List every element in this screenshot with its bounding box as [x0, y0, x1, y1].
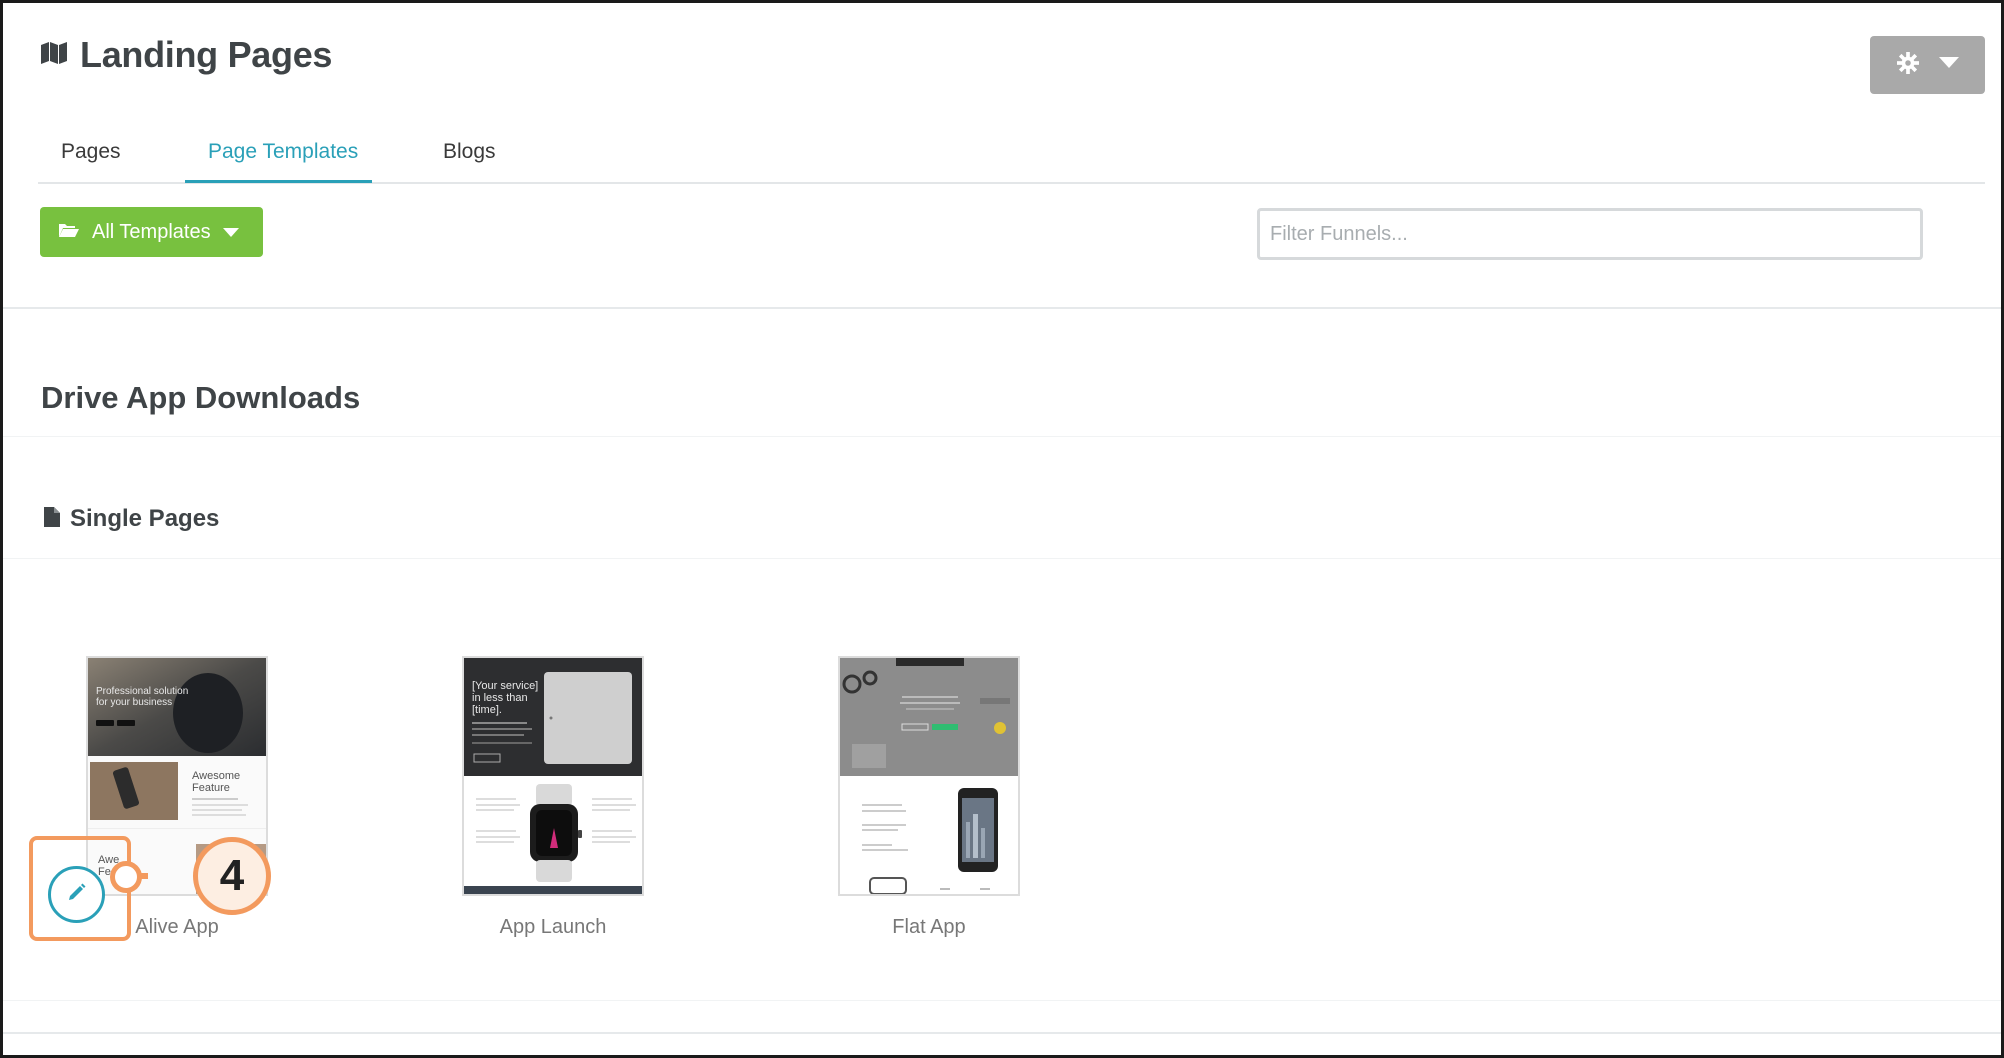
pencil-icon	[68, 883, 86, 906]
tab-pages[interactable]: Pages	[61, 140, 121, 164]
page-header: Landing Pages	[40, 34, 332, 76]
settings-dropdown-button[interactable]	[1870, 36, 1985, 94]
caret-down-icon	[222, 221, 239, 244]
tab-blogs[interactable]: Blogs	[443, 140, 496, 164]
divider	[3, 436, 2001, 437]
subsection-header: Single Pages	[44, 505, 219, 533]
thumb-hero-text: [Your service] in less than [time].	[472, 680, 539, 716]
thumb-hero-text: Professional solution for your business	[96, 686, 189, 708]
all-templates-dropdown-button[interactable]: All Templates	[40, 207, 263, 257]
divider	[3, 1000, 2001, 1001]
template-name[interactable]: Flat App	[838, 916, 1020, 939]
map-icon	[40, 41, 68, 70]
template-thumbnail[interactable]: [Your service] in less than [time].	[462, 656, 644, 896]
folder-open-icon	[58, 221, 80, 244]
page-title: Landing Pages	[80, 34, 333, 75]
divider	[3, 1032, 2001, 1034]
filter-funnels-input[interactable]	[1257, 208, 1923, 260]
annotation-connector-dot	[110, 861, 142, 893]
divider	[3, 307, 2001, 309]
active-tab-indicator	[185, 180, 372, 183]
step-number-badge: 4	[193, 837, 271, 915]
edit-template-button[interactable]	[48, 866, 105, 923]
thumb-feature-title: Awesome Feature	[192, 770, 241, 794]
template-card-app-launch[interactable]: [Your service] in less than [time]. App …	[462, 656, 644, 938]
document-icon	[44, 506, 60, 532]
divider	[3, 558, 2001, 559]
tab-bar: Pages Page Templates Blogs	[38, 130, 1985, 184]
template-name[interactable]: App Launch	[462, 916, 644, 939]
section-title: Drive App Downloads	[41, 380, 361, 415]
tab-page-templates[interactable]: Page Templates	[208, 140, 358, 164]
template-card-flat-app[interactable]: Flat App	[838, 656, 1020, 938]
template-thumbnail[interactable]	[838, 656, 1020, 896]
subsection-label: Single Pages	[70, 505, 220, 532]
caret-down-icon	[1938, 56, 1959, 74]
all-templates-label: All Templates	[92, 220, 211, 243]
gear-icon	[1896, 51, 1919, 79]
